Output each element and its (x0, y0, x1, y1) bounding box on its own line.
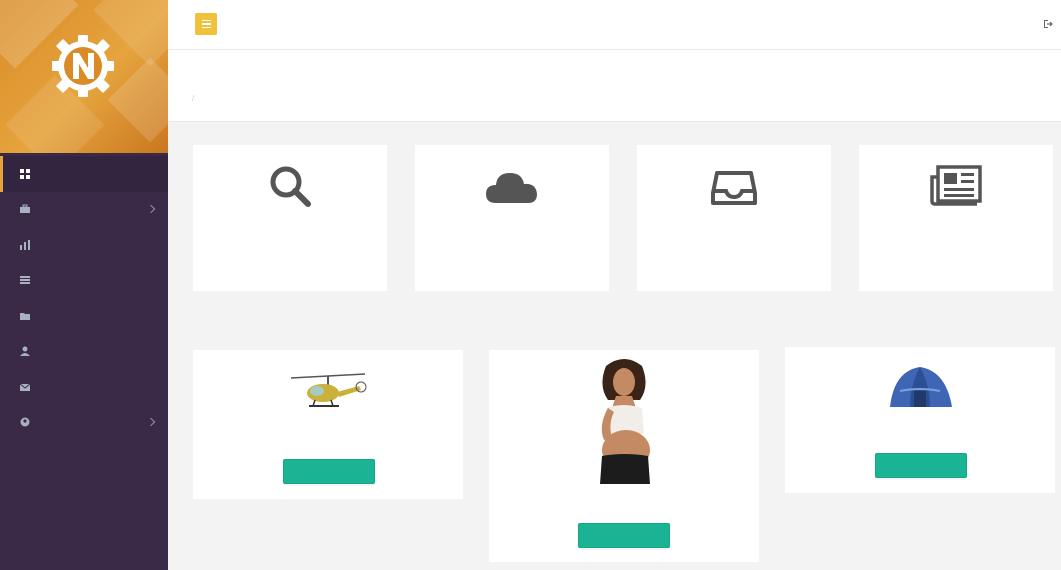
logout-link[interactable] (1043, 19, 1057, 29)
sidebar-item-8[interactable] (0, 405, 168, 441)
sidebar (0, 0, 168, 570)
dashboard-icon (20, 168, 30, 179)
envelope-icon (20, 383, 30, 391)
chevron-left-icon (146, 205, 156, 214)
helicopter-icon (290, 373, 367, 407)
folder-icon (20, 312, 30, 320)
sidebar-item-2[interactable] (0, 192, 168, 228)
suggestion-card-3 (785, 347, 1055, 493)
hamburger-icon[interactable] (195, 13, 217, 35)
chart-icon (20, 239, 30, 250)
account-icon (20, 417, 30, 427)
sign-out-icon (1044, 20, 1053, 28)
sidebar-item-3[interactable] (0, 227, 168, 263)
list-icon (20, 276, 30, 285)
sidebar-item-6[interactable] (0, 334, 168, 370)
suggestion-card-2 (489, 350, 759, 562)
stat-card-cloud (415, 145, 609, 291)
select-button[interactable] (875, 453, 967, 478)
sidebar-header (0, 0, 168, 153)
stat-card-search (193, 145, 387, 291)
newspaper-icon (930, 165, 982, 206)
stat-card-newspaper (859, 145, 1053, 291)
page-heading: / (168, 50, 1061, 122)
sidebar-item-5[interactable] (0, 298, 168, 334)
sidebar-item-7[interactable] (0, 369, 168, 405)
sidebar-item-4[interactable] (0, 263, 168, 299)
briefcase-icon (20, 204, 30, 214)
select-button[interactable] (283, 459, 375, 484)
chevron-left-icon (146, 418, 156, 427)
sidebar-nav (0, 156, 168, 440)
search-icon (270, 166, 311, 207)
breadcrumb: / (192, 94, 195, 103)
stat-card-inbox (637, 145, 831, 291)
gear-n-logo-icon[interactable] (44, 26, 122, 104)
sidebar-item-1[interactable] (0, 156, 168, 192)
pregnant-woman-photo (600, 359, 650, 484)
tent-icon (890, 367, 952, 407)
cloud-icon (486, 173, 537, 203)
inbox-icon (711, 171, 757, 205)
suggestion-card-1 (193, 350, 463, 499)
user-icon (20, 346, 30, 357)
select-button[interactable] (578, 523, 670, 548)
top-navbar (168, 0, 1061, 50)
